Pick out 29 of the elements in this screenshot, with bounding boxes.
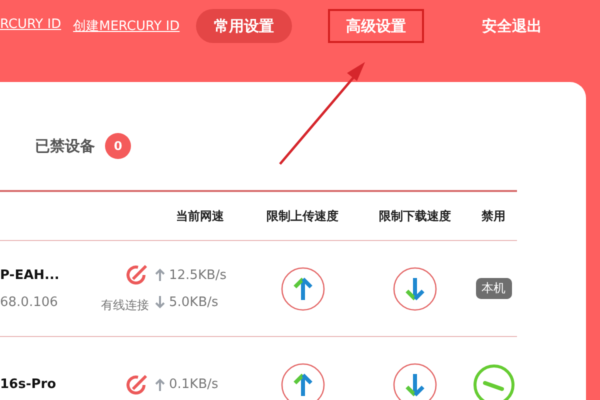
up-arrow-icon (155, 378, 165, 392)
count-badge: 0 (105, 133, 131, 159)
ip-address: 68.0.106 (0, 294, 59, 310)
limit-upload-button[interactable] (280, 266, 324, 310)
local-device-badge: 本机 (476, 278, 512, 299)
header-link[interactable]: RCURY ID (0, 17, 62, 35)
up-arrow-icon (155, 268, 165, 282)
column-header: 当前网速 (176, 208, 224, 224)
column-header: 禁用 (482, 208, 506, 224)
blocked-devices-label: 已禁设备 (35, 136, 95, 156)
device-name: 16s-Pro (0, 377, 58, 392)
device-name: P-EAH... (0, 268, 60, 282)
edit-icon[interactable] (125, 263, 149, 287)
column-header: 限制上传速度 (266, 208, 338, 224)
connection-type: 有线连接 (101, 297, 149, 314)
nav-tab[interactable]: 常用设置 (196, 9, 292, 43)
nav-tab[interactable]: 安全退出 (464, 9, 560, 43)
limit-download-button[interactable] (393, 266, 437, 310)
column-header: 限制下载速度 (379, 208, 451, 224)
upload-speed: 12.5KB/s (169, 268, 227, 282)
limit-download-button[interactable] (393, 362, 437, 400)
down-arrow-icon (155, 295, 165, 309)
limit-upload-button[interactable] (280, 362, 324, 400)
edit-icon[interactable] (125, 372, 149, 396)
header-link[interactable]: 创建MERCURY ID (73, 17, 180, 35)
download-speed: 5.0KB/s (169, 294, 218, 310)
disable-toggle-icon[interactable] (472, 362, 516, 400)
upload-speed: 0.1KB/s (169, 377, 218, 392)
nav-tab[interactable]: 高级设置 (328, 9, 424, 43)
